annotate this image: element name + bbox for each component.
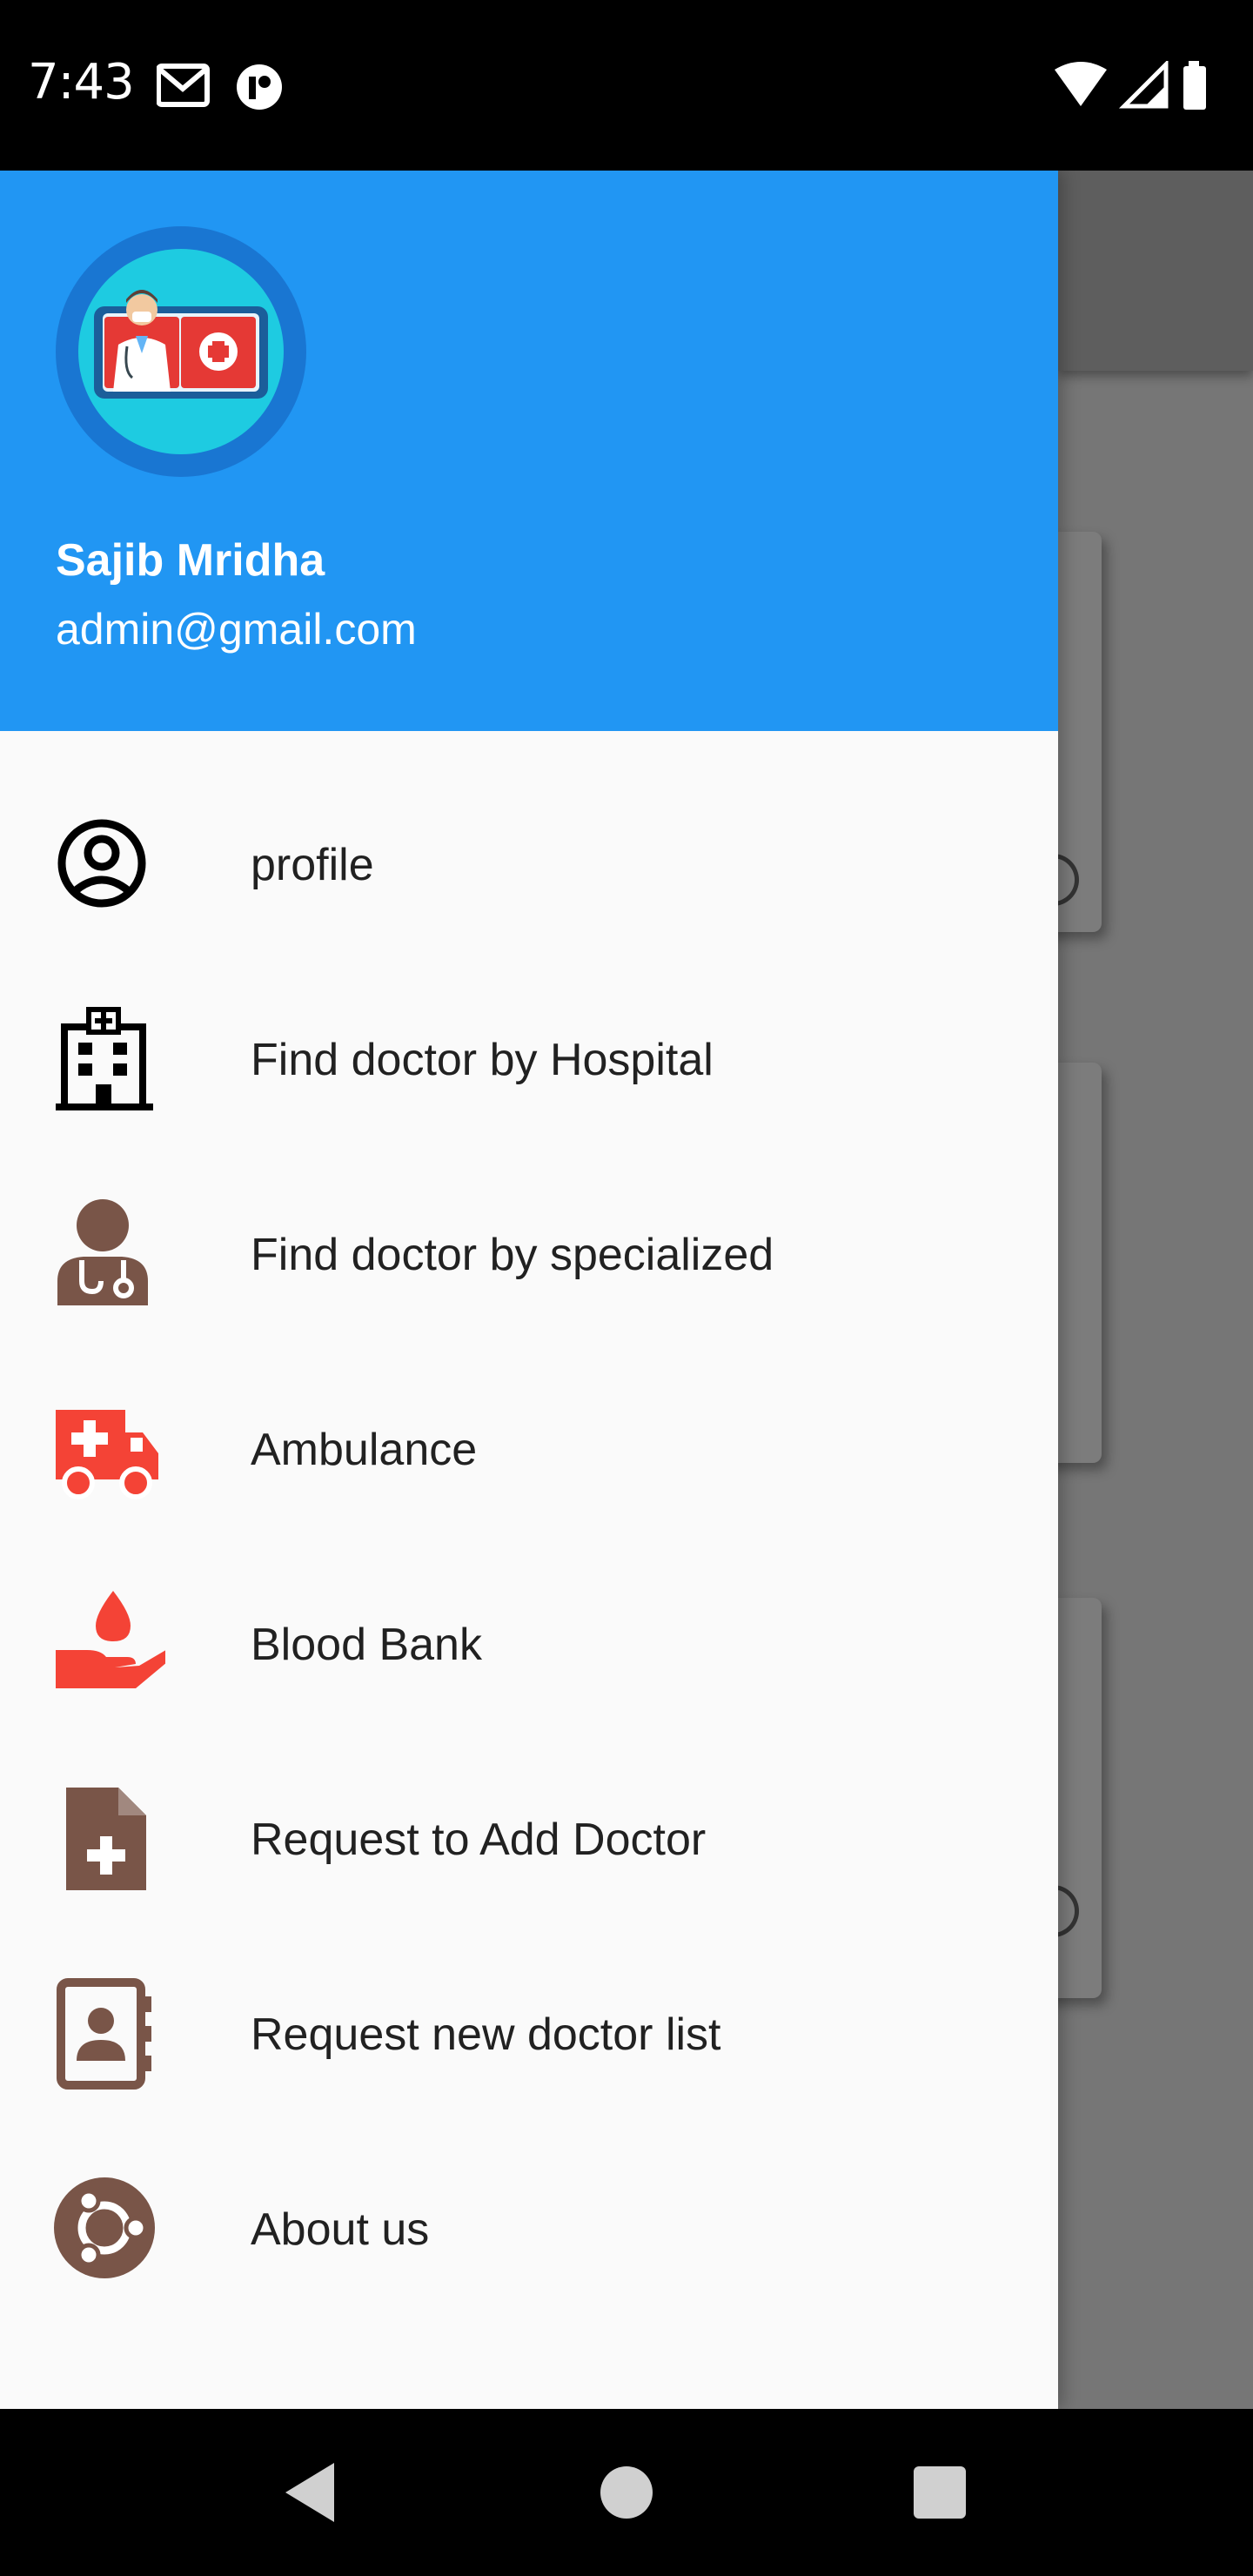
medical-file-icon xyxy=(66,1788,146,1890)
wifi-icon xyxy=(1055,62,1107,106)
menu-item-find-doctor-by-specialized[interactable]: Find doctor by specialized xyxy=(0,1156,1058,1351)
background-app-scrim[interactable] xyxy=(1041,171,1253,2409)
menu-label: Find doctor by Hospital xyxy=(251,1035,714,1085)
background-app-bar xyxy=(1058,171,1253,371)
gmail-icon xyxy=(157,64,210,107)
menu-label: About us xyxy=(251,2204,430,2255)
ambulance-icon xyxy=(56,1410,158,1499)
contact-book-icon xyxy=(57,1978,151,2090)
navigation-drawer: Sajib Mridha admin@gmail.com profile Fin… xyxy=(0,171,1058,2409)
menu-item-profile[interactable]: profile xyxy=(0,766,1058,961)
about-ubuntu-icon xyxy=(54,2177,155,2278)
system-nav-bar xyxy=(0,2409,1253,2576)
menu-label: Ambulance xyxy=(251,1425,478,1475)
doctor-icon xyxy=(57,1199,148,1305)
menu-item-blood-bank[interactable]: Blood Bank xyxy=(0,1546,1058,1741)
account-circle-icon xyxy=(57,819,146,908)
back-icon[interactable] xyxy=(277,2458,346,2527)
menu-item-ambulance[interactable]: Ambulance xyxy=(0,1351,1058,1546)
doctor-app-logo-icon xyxy=(78,249,284,454)
menu-label: Find doctor by specialized xyxy=(251,1230,774,1280)
drawer-header: Sajib Mridha admin@gmail.com xyxy=(0,171,1058,731)
recents-icon[interactable] xyxy=(905,2458,975,2527)
status-bar: 7:43 xyxy=(0,0,1253,171)
battery-icon xyxy=(1183,61,1206,110)
app-notification-icon xyxy=(237,64,282,110)
menu-label: Request new doctor list xyxy=(251,2009,721,2060)
menu-label: profile xyxy=(251,840,374,890)
menu-item-find-doctor-by-hospital[interactable]: Find doctor by Hospital xyxy=(0,961,1058,1156)
menu-item-about-us[interactable]: About us xyxy=(0,2130,1058,2325)
avatar[interactable] xyxy=(56,226,306,477)
status-right-icons xyxy=(1055,61,1206,110)
menu-item-request-new-doctor-list[interactable]: Request new doctor list xyxy=(0,1935,1058,2130)
menu-label: Request to Add Doctor xyxy=(251,1815,707,1865)
cell-signal-icon xyxy=(1118,61,1169,109)
menu-item-request-to-add-doctor[interactable]: Request to Add Doctor xyxy=(0,1741,1058,1935)
hospital-icon xyxy=(56,1007,153,1110)
home-icon[interactable] xyxy=(592,2458,661,2527)
status-left-icons xyxy=(157,64,282,110)
user-name: Sajib Mridha xyxy=(56,535,325,586)
blood-donation-icon xyxy=(56,1591,165,1688)
status-time: 7:43 xyxy=(28,54,135,111)
menu-label: Blood Bank xyxy=(251,1620,482,1670)
user-email: admin@gmail.com xyxy=(56,605,417,654)
